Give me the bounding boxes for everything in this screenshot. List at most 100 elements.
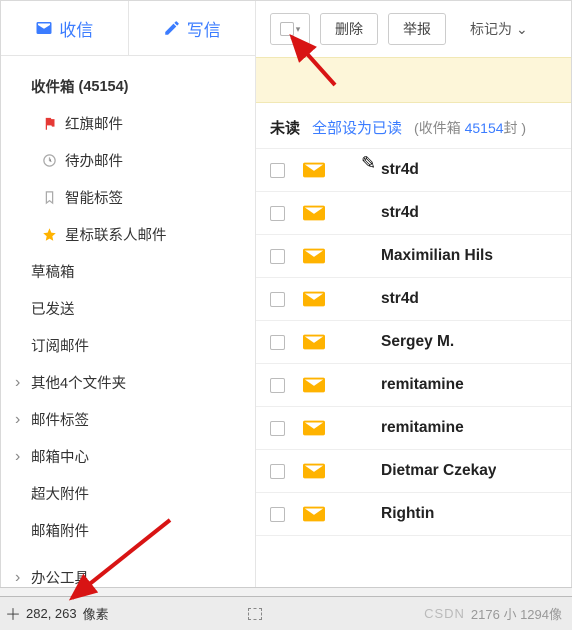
status-right-text: 2176 小 1294像 [471,604,562,623]
coords-suffix: 像素 [83,604,109,623]
envelope-icon [303,334,325,350]
sidebar-item-starred[interactable]: 星标联系人邮件 [1,216,255,253]
sidebar-item-big-attach[interactable]: 超大附件 [1,475,255,512]
mail-row[interactable]: Maximilian Hils [256,235,571,278]
mail-row[interactable]: Sergey M. [256,321,571,364]
row-checkbox[interactable] [270,507,285,522]
sidebar-item-mail-tags[interactable]: 邮件标签 [1,401,255,438]
mail-row[interactable]: str4d [256,149,571,192]
envelope-icon [303,291,325,307]
sender-name: remitamine [381,419,464,437]
chevron-down-icon: ⌄ [516,21,528,38]
report-button[interactable]: 举报 [388,13,446,45]
sidebar-inbox[interactable]: 收件箱 (45154) [1,68,255,105]
sidebar-item-sent[interactable]: 已发送 [1,290,255,327]
mark-all-read-link[interactable]: 全部设为已读 [312,117,402,138]
row-checkbox[interactable] [270,378,285,393]
inbox-hint: (收件箱 45154封 ) [414,118,526,138]
sidebar-item-label: 超大附件 [31,483,89,504]
sidebar-item-todo[interactable]: 待办邮件 [1,142,255,179]
sidebar-item-label: 已发送 [31,298,75,319]
markas-button[interactable]: 标记为 ⌄ [456,13,542,45]
main-panel: ▾ 删除 举报 标记为 ⌄ 未读 全部设为已读 (收件箱 45154封 ) st… [256,1,571,594]
envelope-icon [303,463,325,479]
sender-name: str4d [381,290,419,308]
envelope-icon [303,205,325,221]
sender-name: Maximilian Hils [381,247,493,265]
sidebar-list: 收件箱 (45154) 红旗邮件 待办邮件 智能标签 星标联系人邮件 草稿箱 [1,56,255,594]
delete-label: 删除 [335,19,363,39]
sidebar-item-label: 邮件标签 [31,409,89,430]
flag-icon [41,116,57,132]
sender-name: Sergey M. [381,333,454,351]
filter-row: 未读 全部设为已读 (收件箱 45154封 ) [256,103,571,149]
sidebar-item-label: 星标联系人邮件 [65,224,167,245]
status-bar: 282, 263 像素 CSDN 2176 小 1294像 [0,596,572,630]
compose-label: 写信 [187,16,221,41]
crosshair-icon [6,607,20,621]
sidebar-item-label: 邮箱中心 [31,446,89,467]
app-window: 收信 写信 收件箱 (45154) 红旗邮件 待办邮件 [0,0,572,595]
sidebar-item-drafts[interactable]: 草稿箱 [1,253,255,290]
status-right: CSDN 2176 小 1294像 [424,604,572,623]
status-selection [248,608,262,620]
sidebar-item-mail-center[interactable]: 邮箱中心 [1,438,255,475]
sender-name: str4d [381,161,419,179]
markas-label: 标记为 [470,19,512,39]
sender-name: remitamine [381,376,464,394]
row-checkbox[interactable] [270,206,285,221]
toolbar: ▾ 删除 举报 标记为 ⌄ [256,1,571,57]
row-checkbox[interactable] [270,464,285,479]
receive-mail-button[interactable]: 收信 [1,1,129,55]
clock-icon [41,153,57,169]
inbox-hint-count: 45154 [465,120,504,136]
sidebar-item-label: 红旗邮件 [65,113,123,134]
sidebar-item-smart-label[interactable]: 智能标签 [1,179,255,216]
select-all-checkbox[interactable]: ▾ [270,13,310,45]
sidebar-item-label: 智能标签 [65,187,123,208]
mail-list: str4d str4d Maximilian Hils str4d Sergey M. r… [256,149,571,594]
chevron-down-icon: ▾ [296,24,301,35]
row-checkbox[interactable] [270,163,285,178]
envelope-icon [303,162,325,178]
pencil-icon [163,19,181,37]
notice-banner [256,57,571,103]
sidebar-item-label: 订阅邮件 [31,335,89,356]
envelope-icon [303,506,325,522]
sidebar-item-flagged[interactable]: 红旗邮件 [1,105,255,142]
sidebar-item-subscribe[interactable]: 订阅邮件 [1,327,255,364]
sidebar-item-label: 待办邮件 [65,150,123,171]
envelope-icon [303,420,325,436]
checkbox-icon [280,22,294,36]
unread-label: 未读 [270,117,300,138]
mail-row[interactable]: remitamine [256,407,571,450]
row-checkbox[interactable] [270,335,285,350]
sender-name: str4d [381,204,419,222]
mail-row[interactable]: Rightin [256,493,571,536]
sender-name: Rightin [381,505,434,523]
row-checkbox[interactable] [270,249,285,264]
sidebar: 收信 写信 收件箱 (45154) 红旗邮件 待办邮件 [1,1,256,594]
inbox-label: 收件箱 [31,76,75,97]
envelope-icon [303,377,325,393]
row-checkbox[interactable] [270,292,285,307]
sidebar-top-buttons: 收信 写信 [1,1,255,56]
watermark: CSDN [424,606,465,621]
report-label: 举报 [403,19,431,39]
sidebar-item-label: 邮箱附件 [31,520,89,541]
row-checkbox[interactable] [270,421,285,436]
mail-row[interactable]: remitamine [256,364,571,407]
horizontal-scrollbar[interactable] [0,587,572,597]
sender-name: Dietmar Czekay [381,462,496,480]
sidebar-item-mail-attach[interactable]: 邮箱附件 [1,512,255,549]
sidebar-item-label: 办公工具 [31,567,89,588]
mail-row[interactable]: str4d [256,192,571,235]
inbox-count: (45154) [79,79,129,95]
status-coords: 282, 263 像素 [0,604,109,623]
sidebar-item-other-folders[interactable]: 其他4个文件夹 [1,364,255,401]
compose-mail-button[interactable]: 写信 [129,1,256,55]
mail-row[interactable]: Dietmar Czekay [256,450,571,493]
coords-value: 282, 263 [26,606,77,621]
delete-button[interactable]: 删除 [320,13,378,45]
mail-row[interactable]: str4d [256,278,571,321]
